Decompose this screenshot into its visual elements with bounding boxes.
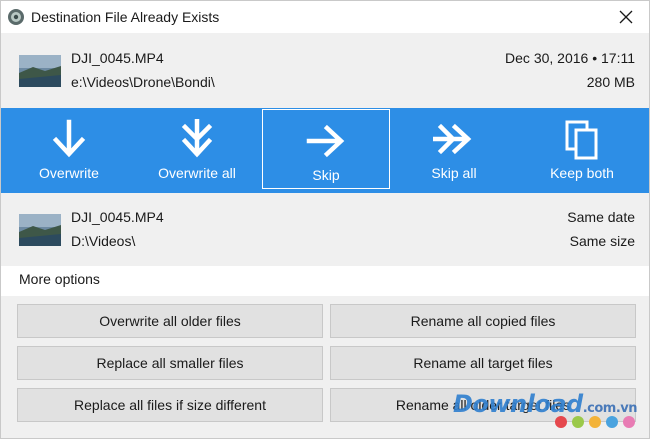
watermark-dot-icon (589, 416, 601, 428)
window-title: Destination File Already Exists (31, 9, 220, 25)
watermark-dot-icon (555, 416, 567, 428)
source-file-name: DJI_0045.MP4 (71, 50, 164, 66)
watermark-dot-icon (623, 416, 635, 428)
rename-copied-button[interactable]: Rename all copied files (330, 304, 636, 338)
watermark: Download.com.vn (452, 390, 638, 418)
skip-all-label: Skip all (431, 165, 477, 181)
arrow-right-icon (306, 124, 345, 158)
destination-file-size: Same size (569, 233, 635, 249)
arrow-right-double-icon (433, 123, 472, 155)
source-file-row: DJI_0045.MP4 e:\Videos\Drone\Bondi\ Dec … (1, 35, 649, 107)
copy-icon (565, 120, 598, 160)
source-file-size: 280 MB (586, 74, 635, 90)
watermark-dots (555, 416, 635, 428)
keep-both-label: Keep both (550, 165, 614, 181)
watermark-text: Download (452, 390, 583, 418)
destination-file-name: DJI_0045.MP4 (71, 209, 164, 225)
skip-all-button[interactable]: Skip all (390, 108, 518, 193)
dialog-window: Destination File Already Exists DJI_0045… (0, 0, 650, 439)
close-icon (619, 10, 633, 24)
action-bar: Overwrite Overwrite all Skip Skip all Ke… (1, 108, 649, 193)
video-thumbnail-icon (19, 55, 61, 87)
arrow-down-icon (52, 119, 86, 158)
more-options-header: More options (1, 266, 649, 296)
overwrite-older-button[interactable]: Overwrite all older files (17, 304, 323, 338)
replace-smaller-button[interactable]: Replace all smaller files (17, 346, 323, 380)
watermark-dot-icon (572, 416, 584, 428)
video-thumbnail-icon (19, 214, 61, 246)
keep-both-button[interactable]: Keep both (518, 108, 646, 193)
skip-button[interactable]: Skip (262, 109, 390, 189)
watermark-dot-icon (606, 416, 618, 428)
close-button[interactable] (603, 1, 649, 33)
skip-label: Skip (312, 167, 340, 183)
destination-file-date: Same date (567, 209, 635, 225)
app-icon (8, 9, 24, 25)
overwrite-label: Overwrite (39, 165, 99, 181)
title-bar: Destination File Already Exists (1, 1, 649, 33)
overwrite-all-button[interactable]: Overwrite all (133, 108, 261, 193)
source-file-date: Dec 30, 2016 • 17:11 (505, 50, 635, 66)
source-file-path: e:\Videos\Drone\Bondi\ (71, 74, 215, 90)
watermark-domain: .com.vn (582, 401, 638, 416)
destination-file-path: D:\Videos\ (71, 233, 136, 249)
overwrite-all-label: Overwrite all (158, 165, 236, 181)
arrow-down-double-icon (181, 119, 213, 158)
rename-target-button[interactable]: Rename all target files (330, 346, 636, 380)
more-options-label: More options (19, 271, 100, 287)
replace-size-different-button[interactable]: Replace all files if size different (17, 388, 323, 422)
destination-file-row: DJI_0045.MP4 D:\Videos\ Same date Same s… (1, 194, 649, 266)
overwrite-button[interactable]: Overwrite (5, 108, 133, 193)
